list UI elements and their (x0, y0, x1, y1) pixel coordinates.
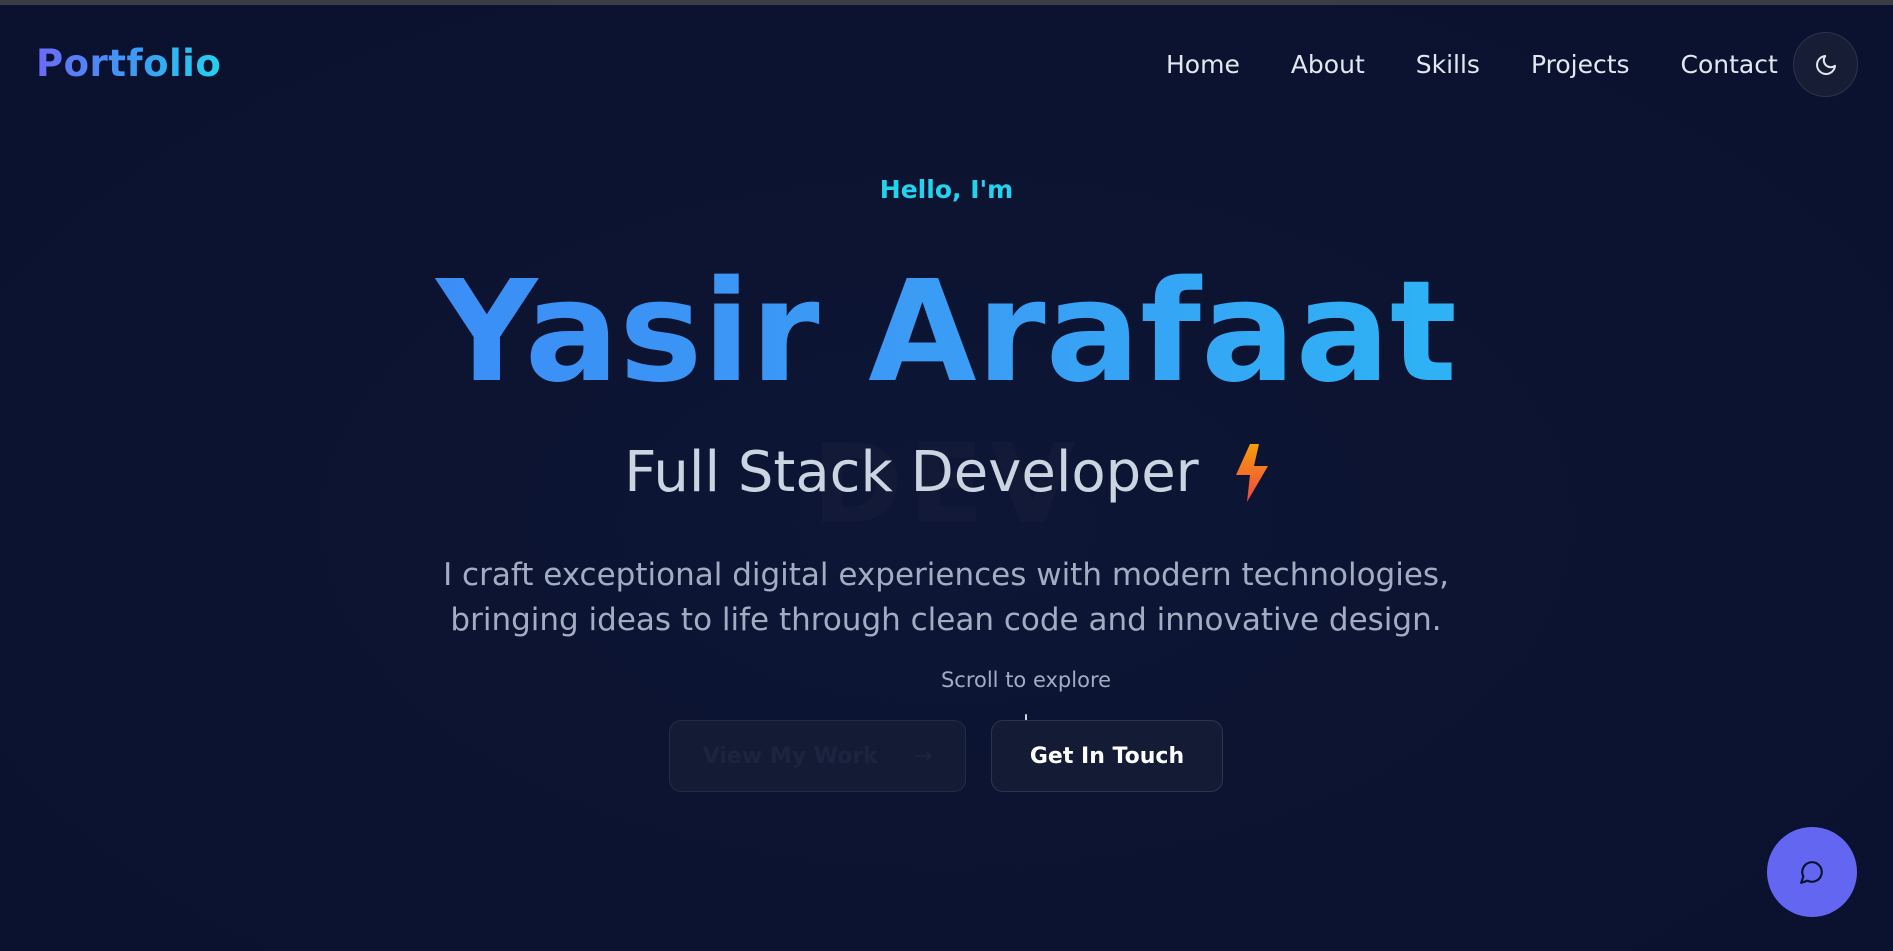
window-top-border (0, 0, 1893, 5)
hero-name: Yasir Arafaat (0, 248, 1893, 418)
hero-role-row: Full Stack Developer (0, 440, 1893, 505)
view-my-work-button[interactable]: View My Work → (669, 720, 966, 792)
theme-toggle-button[interactable] (1793, 32, 1858, 97)
moon-icon (1815, 54, 1836, 75)
site-logo[interactable]: Portfolio (36, 42, 221, 85)
nav-link-about[interactable]: About (1291, 48, 1365, 82)
main-nav: Home About Skills Projects Contact (1166, 48, 1778, 82)
nav-link-contact[interactable]: Contact (1681, 48, 1778, 82)
arrow-right-icon: → (913, 743, 933, 769)
hero-role: Full Stack Developer (624, 440, 1199, 505)
chat-bubble-icon (1800, 861, 1823, 884)
view-my-work-label: View My Work (702, 743, 878, 769)
lightning-bolt-icon (1235, 443, 1268, 502)
hero-description: I craft exceptional digital experiences … (443, 557, 1449, 638)
chat-button[interactable] (1767, 827, 1857, 917)
nav-link-projects[interactable]: Projects (1531, 48, 1630, 82)
get-in-touch-button[interactable]: Get In Touch (991, 720, 1223, 792)
portfolio-page: Portfolio Home About Skills Projects Con… (0, 0, 1893, 951)
nav-link-home[interactable]: Home (1166, 48, 1240, 82)
hero-greeting: Hello, I'm (879, 175, 1014, 204)
nav-link-skills[interactable]: Skills (1416, 48, 1480, 82)
scroll-hint: Scroll to explore (940, 668, 1112, 692)
